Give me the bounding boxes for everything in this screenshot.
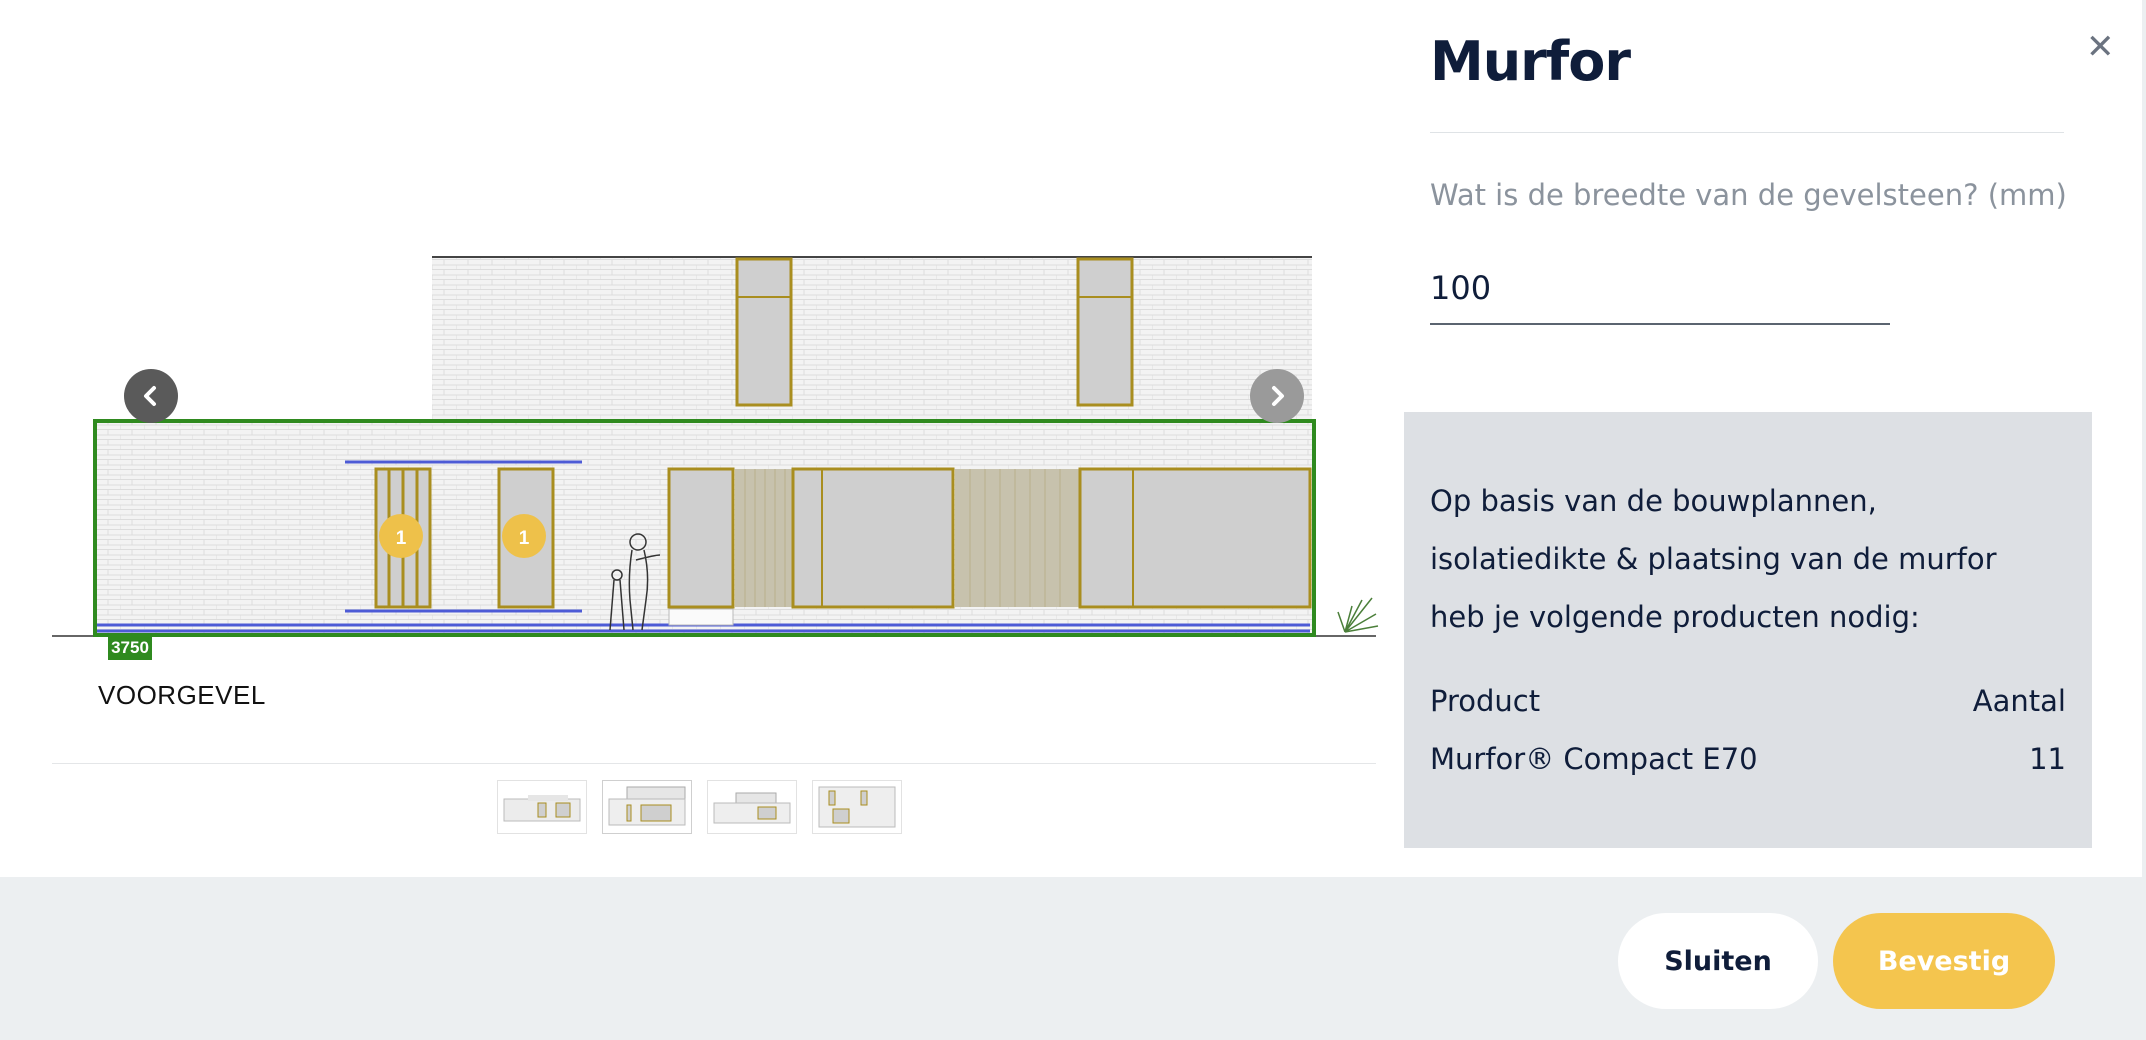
width-question: Wat is de breedte van de gevelsteen? (mm… xyxy=(1430,178,2067,212)
thumbnail[interactable] xyxy=(707,780,797,834)
product-amount: 11 xyxy=(2029,742,2066,776)
upper-wall xyxy=(432,257,1312,420)
thumbnail[interactable] xyxy=(812,780,902,834)
facade-label: VOORGEVEL xyxy=(98,680,266,710)
marker-badge[interactable]: 1 xyxy=(502,514,546,558)
column-header-amount: Aantal xyxy=(1972,684,2066,718)
thumbnail[interactable] xyxy=(602,780,692,834)
svg-text:1: 1 xyxy=(396,528,407,549)
previous-button[interactable] xyxy=(124,369,178,423)
plant-icon xyxy=(1337,597,1379,633)
svg-text:1: 1 xyxy=(519,528,530,549)
facade-drawing: 1 1 xyxy=(52,256,1379,637)
dimension-label: 3750 xyxy=(108,636,152,660)
viewer-divider xyxy=(52,763,1376,764)
close-button[interactable]: Sluiten xyxy=(1618,913,1818,1009)
thumbnail-strip xyxy=(497,780,902,834)
window-group xyxy=(667,467,1312,626)
products-table: Product Aantal Murfor® Compact E70 11 xyxy=(1430,672,2066,788)
close-icon[interactable]: ✕ xyxy=(2086,30,2115,64)
product-name: Murfor® Compact E70 xyxy=(1430,742,1758,776)
brick-width-input[interactable] xyxy=(1430,253,1890,325)
chevron-right-icon xyxy=(1272,386,1284,406)
table-row: Murfor® Compact E70 11 xyxy=(1430,730,2066,788)
footer-bar: Sluiten Bevestig xyxy=(0,877,2146,1040)
upper-window xyxy=(735,257,793,407)
table-header: Product Aantal xyxy=(1430,672,2066,730)
result-description: Op basis van de bouwplannen, isolatiedik… xyxy=(1430,484,1997,634)
panel-divider xyxy=(1430,132,2064,133)
column-header-product: Product xyxy=(1430,684,1541,718)
marker-badge[interactable]: 1 xyxy=(379,514,423,558)
thumbnail[interactable] xyxy=(497,780,587,834)
chevron-left-icon xyxy=(144,386,156,406)
scrollbar-track xyxy=(2142,0,2146,877)
next-button[interactable] xyxy=(1250,369,1304,423)
upper-window xyxy=(1076,257,1134,407)
confirm-button[interactable]: Bevestig xyxy=(1833,913,2055,1009)
result-box: Op basis van de bouwplannen, isolatiedik… xyxy=(1404,412,2092,848)
panel-title: Murfor xyxy=(1430,30,1631,93)
